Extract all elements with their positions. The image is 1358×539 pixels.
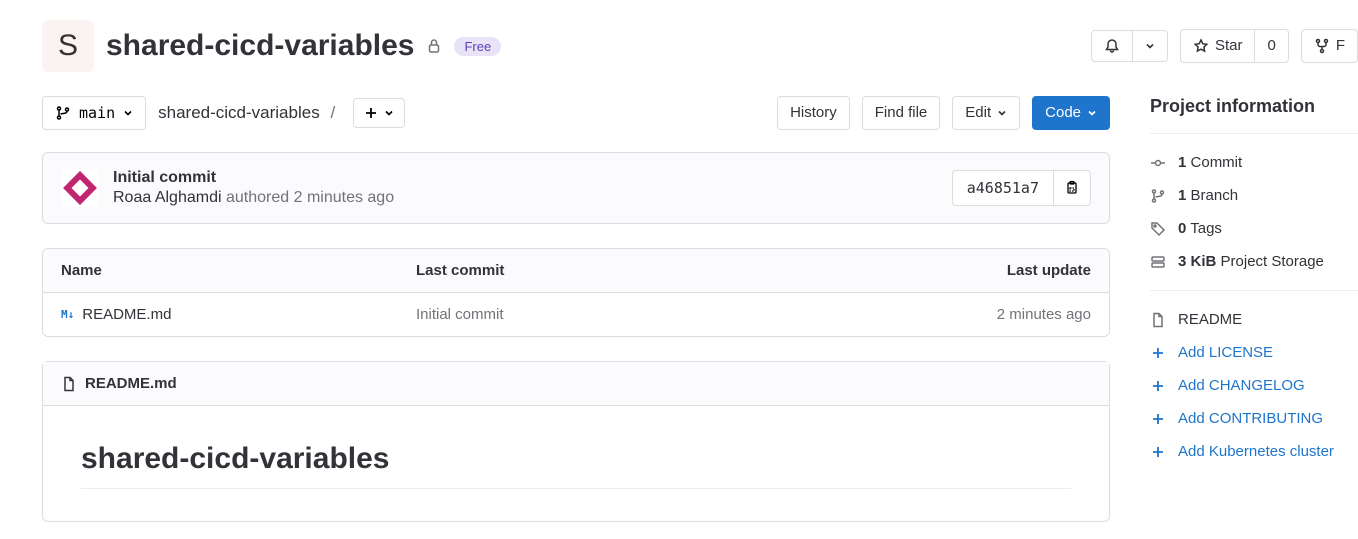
repo-header: S shared-cicd-variables Free (42, 20, 1358, 72)
add-license-label: Add LICENSE (1178, 344, 1273, 361)
star-button[interactable]: Star (1180, 29, 1256, 63)
chevron-down-icon (997, 108, 1007, 118)
breadcrumb-separator: / (330, 103, 335, 122)
breadcrumb: shared-cicd-variables / (158, 103, 341, 123)
storage-label: Project Storage (1221, 253, 1324, 270)
plus-icon (1150, 379, 1166, 393)
commits-count: 1 (1178, 154, 1186, 171)
fork-label: F (1336, 37, 1345, 55)
author-avatar (61, 169, 99, 207)
branch-icon (55, 105, 71, 121)
plus-icon (1150, 412, 1166, 426)
authored-word: authored (226, 189, 289, 206)
readme-link-label: README (1178, 311, 1242, 328)
star-button-group: Star 0 (1180, 29, 1289, 63)
tags-count: 0 (1178, 220, 1186, 237)
storage-icon (1150, 254, 1166, 270)
add-button[interactable] (353, 98, 405, 128)
breadcrumb-root[interactable]: shared-cicd-variables (158, 103, 320, 122)
readme-card: README.md shared-cicd-variables (42, 361, 1110, 522)
sidebar: Project information 1 Commit (1150, 96, 1358, 468)
readme-header: README.md (43, 362, 1109, 406)
add-contributing-label: Add CONTRIBUTING (1178, 410, 1323, 427)
chevron-down-icon (123, 108, 133, 118)
sidebar-add-contributing[interactable]: Add CONTRIBUTING (1150, 402, 1358, 435)
commit-icon (1150, 155, 1166, 171)
commit-sha-group: a46851a7 (952, 170, 1091, 206)
branch-name: main (79, 104, 115, 122)
document-icon (61, 376, 77, 392)
tags-label: Tags (1190, 220, 1222, 237)
chevron-down-icon (384, 108, 394, 118)
sidebar-add-kubernetes[interactable]: Add Kubernetes cluster (1150, 435, 1358, 468)
document-icon (1150, 312, 1166, 328)
plus-icon (364, 106, 378, 120)
star-label: Star (1215, 37, 1243, 55)
add-kubernetes-label: Add Kubernetes cluster (1178, 443, 1334, 460)
file-name: README.md (82, 306, 171, 323)
code-label: Code (1045, 104, 1081, 122)
commit-title[interactable]: Initial commit (113, 169, 938, 187)
add-changelog-label: Add CHANGELOG (1178, 377, 1305, 394)
commit-meta: Roaa Alghamdi authored 2 minutes ago (113, 189, 938, 207)
col-update-header: Last update (891, 262, 1091, 279)
notifications-dropdown[interactable] (1133, 30, 1168, 62)
history-button[interactable]: History (777, 96, 850, 130)
readme-body: shared-cicd-variables (43, 406, 1109, 521)
edit-button[interactable]: Edit (952, 96, 1020, 130)
commits-label: Commit (1191, 154, 1243, 171)
sidebar-tags[interactable]: 0 Tags (1150, 212, 1358, 245)
sidebar-title: Project information (1150, 96, 1358, 117)
commit-sha[interactable]: a46851a7 (952, 170, 1054, 206)
branch-selector[interactable]: main (42, 96, 146, 130)
sidebar-storage[interactable]: 3 KiB Project Storage (1150, 245, 1358, 278)
readme-filename: README.md (85, 375, 177, 392)
star-icon (1193, 38, 1209, 54)
notifications-button[interactable] (1091, 30, 1133, 62)
clipboard-icon (1064, 180, 1080, 196)
file-table-head: Name Last commit Last update (43, 249, 1109, 293)
bell-icon (1104, 38, 1120, 54)
sidebar-add-changelog[interactable]: Add CHANGELOG (1150, 369, 1358, 402)
chevron-down-icon (1145, 41, 1155, 51)
star-count[interactable]: 0 (1255, 29, 1288, 63)
sidebar-commits[interactable]: 1 Commit (1150, 146, 1358, 179)
lock-icon (426, 38, 442, 54)
tag-icon (1150, 221, 1166, 237)
repo-toolbar: main shared-cicd-variables / (42, 96, 1110, 130)
readme-heading: shared-cicd-variables (81, 442, 1071, 489)
commit-time: 2 minutes ago (294, 189, 395, 206)
project-avatar: S (42, 20, 94, 72)
latest-commit-card: Initial commit Roaa Alghamdi authored 2 … (42, 152, 1110, 224)
markdown-icon: M↓ (61, 308, 74, 321)
branch-icon (1150, 188, 1166, 204)
file-table: Name Last commit Last update M↓ README.m… (42, 248, 1110, 337)
col-commit-header: Last commit (416, 262, 891, 279)
plus-icon (1150, 346, 1166, 360)
sidebar-add-license[interactable]: Add LICENSE (1150, 336, 1358, 369)
plus-icon (1150, 445, 1166, 459)
repo-title: shared-cicd-variables (106, 29, 414, 63)
commit-author[interactable]: Roaa Alghamdi (113, 189, 222, 206)
file-commit: Initial commit (416, 306, 891, 323)
chevron-down-icon (1087, 108, 1097, 118)
edit-label: Edit (965, 104, 991, 122)
plan-badge: Free (454, 37, 501, 56)
storage-count: 3 KiB (1178, 253, 1216, 270)
code-button[interactable]: Code (1032, 96, 1110, 130)
fork-button[interactable]: F (1301, 29, 1358, 63)
find-file-button[interactable]: Find file (862, 96, 941, 130)
branches-count: 1 (1178, 187, 1186, 204)
sidebar-readme-link[interactable]: README (1150, 303, 1358, 336)
copy-sha-button[interactable] (1054, 170, 1091, 206)
file-update: 2 minutes ago (891, 306, 1091, 323)
table-row[interactable]: M↓ README.md Initial commit 2 minutes ag… (43, 293, 1109, 336)
fork-icon (1314, 38, 1330, 54)
sidebar-branches[interactable]: 1 Branch (1150, 179, 1358, 212)
col-name-header: Name (61, 262, 416, 279)
branches-label: Branch (1191, 187, 1239, 204)
notifications-button-group (1091, 30, 1168, 62)
